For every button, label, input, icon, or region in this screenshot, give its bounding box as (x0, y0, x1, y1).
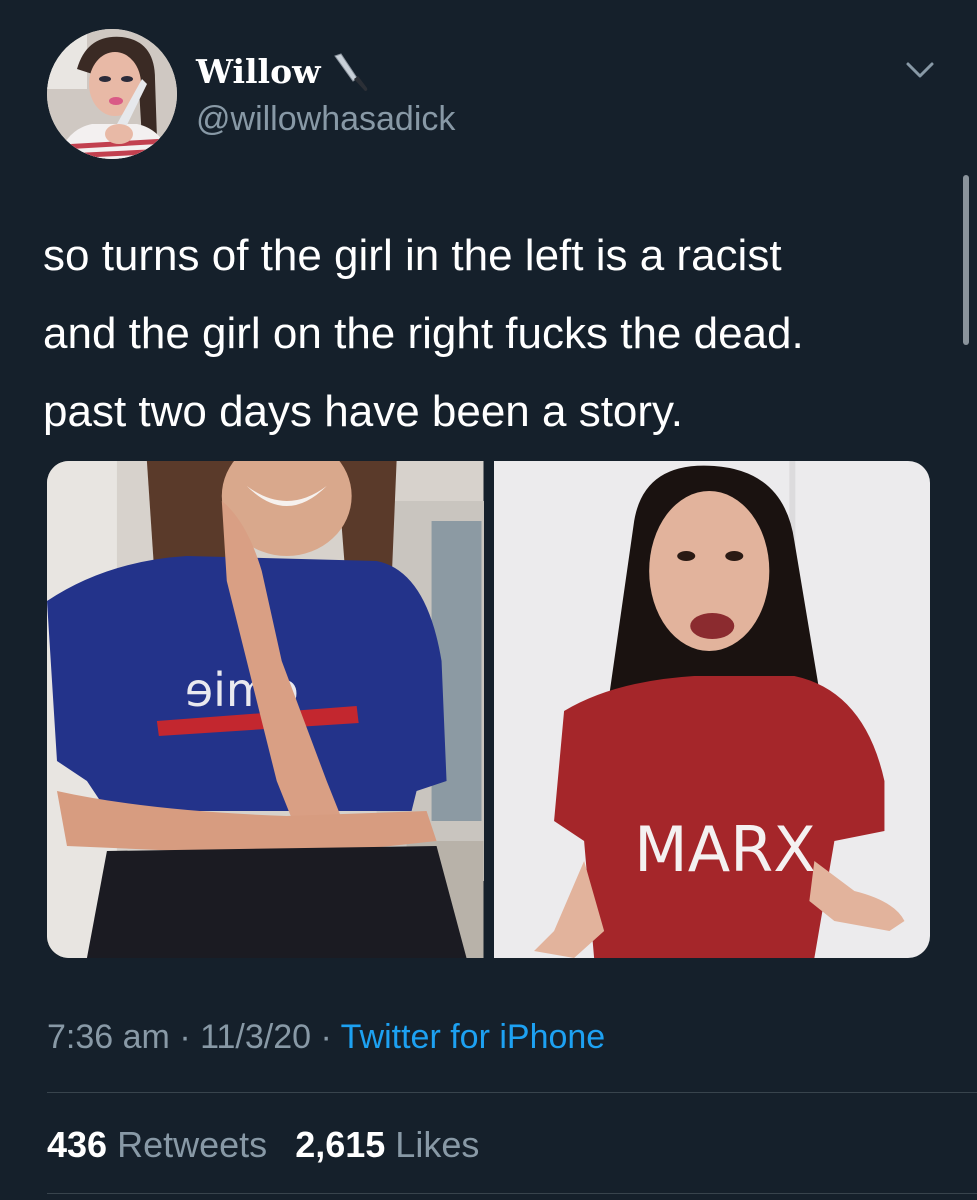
tweet-text: so turns of the girl in the left is a ra… (43, 231, 804, 436)
avatar[interactable] (47, 29, 177, 159)
tweet-date[interactable]: 11/3/20 (200, 1018, 311, 1056)
divider (47, 1092, 977, 1093)
retweets-count: 436 (47, 1124, 108, 1165)
knife-emoji-icon (333, 53, 367, 91)
author-display-name[interactable]: Willow (196, 51, 321, 93)
likes-count: 2,615 (295, 1124, 386, 1165)
retweets-label: Retweets (117, 1124, 268, 1165)
author-handle[interactable]: @willowhasadick (196, 99, 455, 139)
tweet-meta: 7:36 am · 11/3/20 · Twitter for iPhone (47, 1015, 605, 1059)
likes-label: Likes (395, 1124, 480, 1165)
likes-stat[interactable]: 2,615 Likes (295, 1124, 479, 1165)
media-image-right[interactable]: MARX (493, 461, 930, 958)
author-name-row[interactable]: Willow (196, 50, 371, 94)
meta-separator: · (179, 1018, 191, 1056)
tweet-stats: 436 Retweets 2,615 Likes (47, 1121, 497, 1169)
chevron-down-icon[interactable] (900, 54, 940, 84)
scrollbar[interactable] (963, 175, 969, 345)
media-image-left[interactable]: ɘimɘ (47, 461, 484, 958)
divider (47, 1193, 977, 1194)
retweets-stat[interactable]: 436 Retweets (47, 1124, 277, 1165)
avatar-photo (47, 29, 177, 159)
tweet-time[interactable]: 7:36 am (47, 1018, 170, 1056)
meta-separator: · (320, 1018, 332, 1056)
tweet-source-link[interactable]: Twitter for iPhone (341, 1018, 606, 1056)
tweet-media[interactable]: ɘimɘ MARX (47, 461, 930, 958)
right-shirt-text: MARX (634, 813, 816, 886)
